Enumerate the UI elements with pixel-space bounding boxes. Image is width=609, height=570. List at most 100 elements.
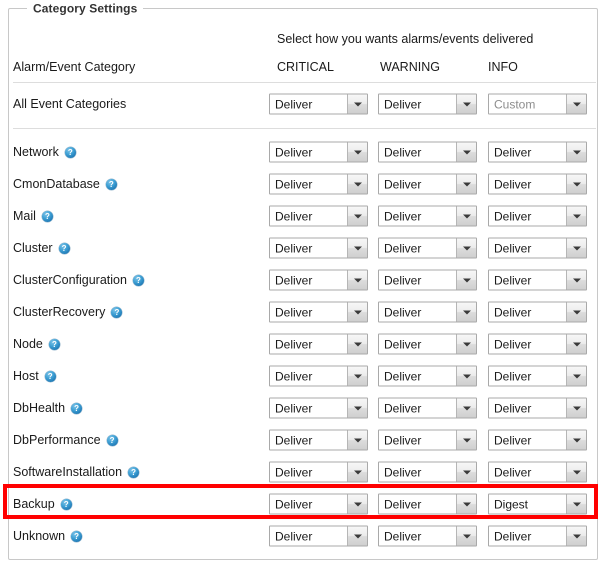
select-info-cluster[interactable]: Deliver	[488, 237, 587, 259]
select-warning-node[interactable]: Deliver	[378, 333, 477, 355]
select-critical-backup[interactable]: Deliver	[269, 493, 368, 515]
select-critical-clusterconfiguration[interactable]: Deliver	[269, 269, 368, 291]
select-critical-softwareinstallation[interactable]: Deliver	[269, 461, 368, 483]
chevron-down-icon[interactable]	[347, 94, 367, 114]
chevron-down-icon[interactable]	[456, 238, 476, 258]
chevron-down-icon[interactable]	[566, 334, 586, 354]
select-critical-network[interactable]: Deliver	[269, 141, 368, 163]
select-info-cmondatabase[interactable]: Deliver	[488, 173, 587, 195]
help-icon[interactable]	[132, 274, 144, 286]
select-warning-host[interactable]: Deliver	[378, 365, 477, 387]
chevron-down-icon[interactable]	[566, 462, 586, 482]
select-warning-clusterconfiguration[interactable]: Deliver	[378, 269, 477, 291]
select-warning-network[interactable]: Deliver	[378, 141, 477, 163]
chevron-down-icon[interactable]	[456, 494, 476, 514]
chevron-down-icon[interactable]	[566, 430, 586, 450]
help-icon[interactable]	[71, 402, 83, 414]
chevron-down-icon[interactable]	[456, 270, 476, 290]
chevron-down-icon[interactable]	[456, 174, 476, 194]
select-info-network[interactable]: Deliver	[488, 141, 587, 163]
select-info-all-event-categories[interactable]: Custom	[488, 93, 587, 115]
chevron-down-icon[interactable]	[456, 430, 476, 450]
select-warning-backup[interactable]: Deliver	[378, 493, 477, 515]
category-label-cmondatabase: CmonDatabase	[13, 177, 117, 191]
select-info-host[interactable]: Deliver	[488, 365, 587, 387]
chevron-down-icon[interactable]	[347, 206, 367, 226]
select-warning-cluster[interactable]: Deliver	[378, 237, 477, 259]
chevron-down-icon[interactable]	[347, 430, 367, 450]
chevron-down-icon[interactable]	[347, 174, 367, 194]
select-info-node[interactable]: Deliver	[488, 333, 587, 355]
select-info-softwareinstallation[interactable]: Deliver	[488, 461, 587, 483]
select-warning-clusterrecovery[interactable]: Deliver	[378, 301, 477, 323]
chevron-down-icon[interactable]	[347, 494, 367, 514]
chevron-down-icon[interactable]	[347, 526, 367, 546]
chevron-down-icon[interactable]	[456, 398, 476, 418]
help-icon[interactable]	[105, 178, 117, 190]
chevron-down-icon[interactable]	[456, 366, 476, 386]
select-warning-dbhealth[interactable]: Deliver	[378, 397, 477, 419]
chevron-down-icon[interactable]	[566, 174, 586, 194]
chevron-down-icon[interactable]	[347, 334, 367, 354]
select-critical-mail[interactable]: Deliver	[269, 205, 368, 227]
chevron-down-icon[interactable]	[347, 142, 367, 162]
help-icon[interactable]	[64, 146, 76, 158]
select-critical-dbhealth[interactable]: Deliver	[269, 397, 368, 419]
select-critical-host[interactable]: Deliver	[269, 365, 368, 387]
chevron-down-icon[interactable]	[456, 462, 476, 482]
chevron-down-icon[interactable]	[566, 366, 586, 386]
select-value: Deliver	[384, 273, 422, 287]
select-warning-dbperformance[interactable]: Deliver	[378, 429, 477, 451]
chevron-down-icon[interactable]	[347, 398, 367, 418]
select-warning-mail[interactable]: Deliver	[378, 205, 477, 227]
chevron-down-icon[interactable]	[566, 142, 586, 162]
chevron-down-icon[interactable]	[456, 526, 476, 546]
help-icon[interactable]	[41, 210, 53, 222]
select-critical-dbperformance[interactable]: Deliver	[269, 429, 368, 451]
select-info-mail[interactable]: Deliver	[488, 205, 587, 227]
select-warning-cmondatabase[interactable]: Deliver	[378, 173, 477, 195]
select-info-dbhealth[interactable]: Deliver	[488, 397, 587, 419]
help-icon[interactable]	[60, 498, 72, 510]
help-icon[interactable]	[71, 530, 83, 542]
select-warning-unknown[interactable]: Deliver	[378, 525, 477, 547]
chevron-down-icon[interactable]	[566, 494, 586, 514]
chevron-down-icon[interactable]	[566, 206, 586, 226]
select-critical-node[interactable]: Deliver	[269, 333, 368, 355]
chevron-down-icon[interactable]	[566, 270, 586, 290]
chevron-down-icon[interactable]	[456, 206, 476, 226]
chevron-down-icon[interactable]	[456, 302, 476, 322]
chevron-down-icon[interactable]	[347, 270, 367, 290]
chevron-down-icon[interactable]	[347, 462, 367, 482]
chevron-down-icon[interactable]	[347, 366, 367, 386]
help-icon[interactable]	[58, 242, 70, 254]
chevron-down-icon[interactable]	[347, 302, 367, 322]
chevron-down-icon[interactable]	[566, 302, 586, 322]
select-critical-all-event-categories[interactable]: Deliver	[269, 93, 368, 115]
chevron-down-icon[interactable]	[566, 526, 586, 546]
chevron-down-icon[interactable]	[456, 94, 476, 114]
help-icon[interactable]	[106, 434, 118, 446]
chevron-down-icon[interactable]	[566, 238, 586, 258]
select-critical-cmondatabase[interactable]: Deliver	[269, 173, 368, 195]
help-icon[interactable]	[48, 338, 60, 350]
chevron-down-icon[interactable]	[347, 238, 367, 258]
select-info-dbperformance[interactable]: Deliver	[488, 429, 587, 451]
category-label-unknown: Unknown	[13, 529, 83, 543]
help-icon[interactable]	[111, 306, 123, 318]
select-info-clusterconfiguration[interactable]: Deliver	[488, 269, 587, 291]
select-info-backup[interactable]: Digest	[488, 493, 587, 515]
chevron-down-icon[interactable]	[566, 94, 586, 114]
select-critical-unknown[interactable]: Deliver	[269, 525, 368, 547]
chevron-down-icon[interactable]	[566, 398, 586, 418]
select-critical-cluster[interactable]: Deliver	[269, 237, 368, 259]
select-warning-softwareinstallation[interactable]: Deliver	[378, 461, 477, 483]
chevron-down-icon[interactable]	[456, 142, 476, 162]
select-info-unknown[interactable]: Deliver	[488, 525, 587, 547]
chevron-down-icon[interactable]	[456, 334, 476, 354]
select-warning-all-event-categories[interactable]: Deliver	[378, 93, 477, 115]
help-icon[interactable]	[128, 466, 140, 478]
select-info-clusterrecovery[interactable]: Deliver	[488, 301, 587, 323]
help-icon[interactable]	[44, 370, 56, 382]
select-critical-clusterrecovery[interactable]: Deliver	[269, 301, 368, 323]
